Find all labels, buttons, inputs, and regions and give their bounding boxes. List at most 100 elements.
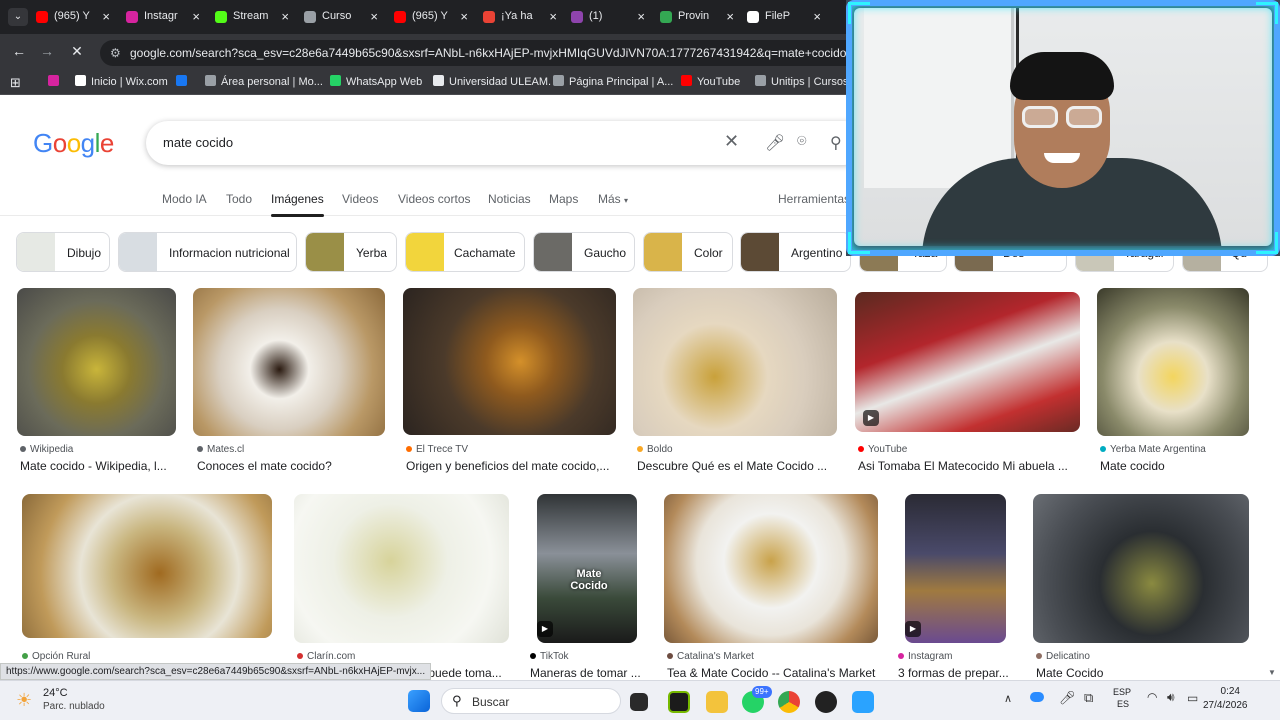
result-image[interactable]	[1097, 288, 1249, 436]
close-tab-icon[interactable]: ×	[281, 9, 289, 24]
browser-tab[interactable]: FileP ×	[743, 5, 827, 29]
microphone-icon[interactable]: 🎤︎	[1059, 690, 1076, 706]
weather-icon[interactable]: ☀	[16, 690, 32, 711]
close-tab-icon[interactable]: ×	[192, 9, 200, 24]
chrome-icon[interactable]	[778, 691, 800, 713]
source-favicon-icon	[858, 446, 864, 452]
result-title[interactable]: Mate cocido - Wikipedia, l...	[20, 459, 170, 473]
chip-informacion-nutricional[interactable]: Informacion nutricional	[118, 232, 297, 272]
close-tab-icon[interactable]: ×	[726, 9, 734, 24]
result-image[interactable]	[403, 288, 616, 435]
chip-argentino[interactable]: Argentino	[740, 232, 851, 272]
tab-todo[interactable]: Todo	[226, 192, 252, 206]
clock-date[interactable]: 27/4/2026	[1203, 700, 1248, 711]
close-tab-icon[interactable]: ×	[813, 9, 821, 24]
result-image[interactable]: Mate Cocido ▶	[537, 494, 637, 643]
back-arrow-icon[interactable]: ←	[10, 43, 28, 59]
search-input[interactable]: mate cocido	[163, 135, 233, 150]
file-explorer-icon[interactable]	[706, 691, 728, 713]
windows-start-icon[interactable]	[408, 690, 430, 712]
tab-modo-ia[interactable]: Modo IA	[162, 192, 207, 206]
result-image[interactable]	[17, 288, 176, 436]
app-f-icon[interactable]	[852, 691, 874, 713]
camera-lens-icon[interactable]: ⌾	[797, 133, 807, 151]
close-tab-icon[interactable]: ×	[460, 9, 468, 24]
chip-color[interactable]: Color	[643, 232, 733, 272]
tab-noticias[interactable]: Noticias	[488, 192, 531, 206]
browser-tab[interactable]: (1) ×	[567, 5, 651, 29]
forward-arrow-icon[interactable]: →	[38, 43, 56, 59]
close-tab-icon[interactable]: ×	[370, 9, 378, 24]
chip-cachamate[interactable]: Cachamate	[405, 232, 525, 272]
tab-imagenes[interactable]: Imágenes	[271, 192, 324, 217]
tab-maps[interactable]: Maps	[549, 192, 578, 206]
address-bar[interactable]: ⚙ google.com/search?sca_esv=c28e6a7449b6…	[100, 40, 860, 66]
result-image[interactable]: ▶	[905, 494, 1006, 643]
bookmark-item[interactable]: Página Principal | A...	[553, 75, 673, 88]
wifi-icon[interactable]: ◠	[1147, 690, 1157, 704]
result-image[interactable]	[22, 494, 272, 638]
browser-tab[interactable]: (965) Y ×	[32, 5, 116, 29]
clock-time[interactable]: 0:24	[1216, 686, 1240, 697]
chip-yerba[interactable]: Yerba	[305, 232, 397, 272]
result-image[interactable]: ▶	[855, 292, 1080, 432]
site-info-icon[interactable]: ⚙	[110, 40, 121, 66]
browser-tab[interactable]: Instagr ×	[122, 5, 206, 29]
result-image[interactable]	[664, 494, 878, 643]
browser-tab[interactable]: Stream ×	[211, 5, 295, 29]
result-title[interactable]: Mate cocido	[1100, 459, 1250, 473]
result-image[interactable]	[193, 288, 385, 436]
close-tab-icon[interactable]: ×	[549, 9, 557, 24]
chip-gaucho[interactable]: Gaucho	[533, 232, 635, 272]
chevron-up-icon[interactable]: ∧	[1004, 692, 1012, 705]
taskbar-search[interactable]: ⚲ Buscar	[441, 688, 621, 714]
microphone-icon[interactable]: 🎤︎	[765, 133, 785, 153]
tools-button[interactable]: Herramientas	[778, 192, 850, 206]
device-icon[interactable]: ⧉	[1084, 690, 1093, 706]
scroll-down-arrow-icon[interactable]: ▼	[1268, 668, 1276, 677]
result-title[interactable]: Tea & Mate Cocido -- Catalina's Market	[667, 666, 882, 680]
volume-icon[interactable]: 🔊︎	[1167, 690, 1175, 705]
chip-dibujo[interactable]: Dibujo	[16, 232, 110, 272]
opera-gx-icon[interactable]	[815, 691, 837, 713]
result-title[interactable]: Mate Cocido	[1036, 666, 1246, 680]
apps-grid-icon[interactable]: ⊞	[10, 75, 21, 91]
task-view-icon[interactable]	[630, 693, 648, 711]
bookmark-item[interactable]	[48, 75, 64, 88]
result-title[interactable]: 3 formas de prepar...	[898, 666, 1016, 680]
bookmark-item[interactable]	[176, 75, 192, 88]
result-image[interactable]	[633, 288, 837, 436]
browser-tab[interactable]: (965) Y ×	[390, 5, 474, 29]
onedrive-icon[interactable]	[1030, 692, 1044, 702]
close-tab-icon[interactable]: ×	[637, 9, 645, 24]
bookmark-item[interactable]: YouTube	[681, 75, 740, 88]
language-code[interactable]: ESP	[1113, 687, 1131, 697]
search-box[interactable]: mate cocido ✕ 🎤︎ ⌾ ⚲	[146, 121, 866, 165]
bookmark-item[interactable]: WhatsApp Web	[330, 75, 422, 88]
search-icon[interactable]: ⚲	[830, 133, 842, 153]
result-image[interactable]	[1033, 494, 1249, 643]
nvidia-app-icon[interactable]	[668, 691, 690, 713]
stop-loading-icon[interactable]: ✕	[68, 43, 86, 60]
browser-tab[interactable]: Curso ×	[300, 5, 384, 29]
result-image[interactable]	[294, 494, 509, 643]
tab-videos-cortos[interactable]: Videos cortos	[398, 192, 471, 206]
result-title[interactable]: Asi Tomaba El Matecocido Mi abuela ...	[858, 459, 1078, 473]
bookmark-item[interactable]: Área personal | Mo...	[205, 75, 323, 88]
keyboard-layout[interactable]: ES	[1117, 699, 1129, 709]
bookmark-item[interactable]: Universidad ULEAM.	[433, 75, 551, 88]
result-title[interactable]: Maneras de tomar ...	[530, 666, 645, 680]
bookmark-item[interactable]: Inicio | Wix.com	[75, 75, 168, 88]
browser-tab[interactable]: Provin ×	[656, 5, 740, 29]
google-logo[interactable]: Google	[33, 128, 114, 159]
battery-icon[interactable]: ▭	[1187, 691, 1198, 705]
tab-search-button[interactable]: ⌄	[8, 8, 28, 26]
clear-icon[interactable]: ✕	[724, 131, 739, 152]
browser-tab[interactable]: ¡Ya ha ×	[479, 5, 563, 29]
result-title[interactable]: Conoces el mate cocido?	[197, 459, 382, 473]
tab-videos[interactable]: Videos	[342, 192, 378, 206]
result-title[interactable]: Descubre Qué es el Mate Cocido ...	[637, 459, 837, 473]
result-title[interactable]: Origen y beneficios del mate cocido,...	[406, 459, 616, 473]
tab-mas[interactable]: Más ▾	[598, 192, 628, 206]
close-tab-icon[interactable]: ×	[102, 9, 110, 24]
